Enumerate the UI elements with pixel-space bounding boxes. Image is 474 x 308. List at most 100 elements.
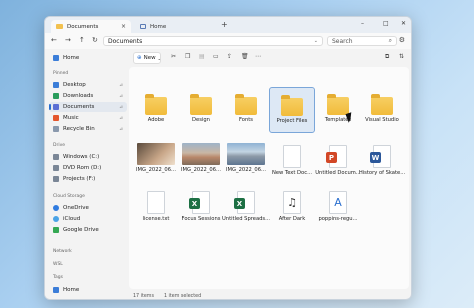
drive-icon — [53, 176, 59, 182]
cut-icon[interactable]: ✂ — [171, 53, 176, 60]
folder-item-templates[interactable]: Templates — [315, 87, 361, 131]
new-tab-button[interactable]: + — [221, 20, 228, 29]
excel-file-item[interactable]: X Focus Sessions — [178, 185, 224, 229]
up-button[interactable]: ↑ — [79, 36, 85, 44]
sidebar-item-label: Google Drive — [63, 227, 99, 233]
close-tab-icon[interactable]: × — [121, 23, 126, 30]
powerpoint-file-item[interactable]: P Untitled Docum... — [315, 139, 361, 183]
word-file-item[interactable]: W History of Skate... — [359, 139, 405, 183]
copy-path-icon[interactable]: ⧉ — [385, 53, 389, 61]
address-path: Documents — [108, 37, 143, 45]
text-file-item[interactable]: New Text Doc... — [269, 139, 315, 183]
item-count: 17 items — [133, 293, 154, 299]
image-item[interactable]: IMG_2022_06... — [223, 139, 269, 183]
gear-icon[interactable]: ⚙ — [399, 36, 405, 44]
font-file-item[interactable]: A poppins-regu... — [315, 185, 361, 229]
forward-button[interactable]: → — [65, 36, 71, 44]
sidebar-item-projects[interactable]: Projects (F:) — [49, 174, 127, 184]
folder-icon — [281, 95, 303, 116]
sidebar-item-home[interactable]: Home — [49, 53, 127, 63]
section-cloud-storage: Cloud Storage — [53, 194, 85, 199]
section-wsl[interactable]: WSL — [53, 262, 63, 267]
home-icon — [53, 55, 59, 61]
folder-icon — [190, 94, 212, 115]
sidebar-item-documents[interactable]: Documents ⊿ — [49, 102, 127, 112]
image-item[interactable]: IMG_2022_06... — [178, 139, 224, 183]
delete-icon[interactable]: 🗑 — [241, 53, 249, 60]
copy-icon[interactable]: ❐ — [185, 53, 190, 60]
app-badge: X — [189, 198, 200, 209]
selection-count: 1 item selected — [163, 293, 202, 299]
sidebar-item-recycle-bin[interactable]: Recycle Bin ⊿ — [49, 124, 127, 134]
rename-icon[interactable]: ▭ — [213, 53, 219, 60]
excel-file-item[interactable]: X Untitled Spreads... — [222, 185, 270, 229]
maximize-button[interactable]: □ — [383, 20, 389, 27]
plus-icon: ⊕ — [137, 55, 142, 61]
item-label: Focus Sessions — [181, 216, 221, 222]
desktop-icon — [53, 82, 59, 88]
sidebar-item-onedrive[interactable]: OneDrive — [49, 203, 127, 213]
chevron-down-icon[interactable]: ⌄ — [314, 38, 318, 44]
cloud-icon — [53, 205, 59, 211]
search-input[interactable]: Search ⌕ — [327, 36, 397, 46]
item-label: license.txt — [142, 216, 170, 222]
paste-icon[interactable]: ▤ — [199, 53, 205, 60]
sidebar-item-dvd-rom[interactable]: DVD Rom (D:) — [49, 163, 127, 173]
tab-documents[interactable]: Documents × — [51, 20, 131, 33]
close-button[interactable]: ✕ — [401, 20, 406, 27]
app-badge: X — [234, 198, 245, 209]
section-tags[interactable]: Tags — [53, 275, 63, 280]
music-file-item[interactable]: ♫ After Dark — [269, 185, 315, 229]
share-icon[interactable]: ⇪ — [227, 53, 232, 60]
tab-home[interactable]: Home — [135, 20, 215, 33]
folder-icon — [327, 94, 349, 115]
folder-item-project-files[interactable]: Project Files — [269, 87, 315, 133]
sidebar-item-home-bottom[interactable]: Home — [49, 285, 127, 295]
address-field[interactable]: Documents ⌄ — [103, 36, 323, 46]
drive-icon — [53, 154, 59, 160]
section-network[interactable]: Network — [53, 249, 72, 254]
pin-icon: ⊿ — [119, 104, 123, 110]
sidebar-item-desktop[interactable]: Desktop ⊿ — [49, 80, 127, 90]
font-icon: A — [329, 191, 347, 214]
sidebar-item-label: DVD Rom (D:) — [63, 165, 102, 171]
sidebar-item-label: Recycle Bin — [63, 126, 95, 132]
folder-item-visual-studio[interactable]: Visual Studio — [359, 87, 405, 131]
item-label: Design — [192, 117, 210, 123]
sidebar-item-icloud[interactable]: iCloud — [49, 214, 127, 224]
app-badge: W — [370, 152, 381, 163]
item-label: poppins-regu... — [318, 216, 358, 222]
image-thumbnail — [182, 143, 220, 165]
home-icon — [140, 24, 146, 29]
item-label: Adobe — [147, 117, 165, 123]
sidebar-item-google-drive[interactable]: Google Drive — [49, 225, 127, 235]
back-button[interactable]: ← — [51, 36, 57, 44]
minimize-button[interactable]: – — [361, 20, 364, 27]
text-document-icon — [147, 191, 165, 214]
excel-icon: X — [234, 191, 255, 214]
sort-icon[interactable]: ⇅ — [399, 53, 404, 60]
command-toolbar: ⊕ New ⌄ ✂ ❐ ▤ ▭ ⇪ 🗑 ⋯ ⧉ ⇅ ⚲ ◧ ▦ — [129, 49, 411, 67]
item-label: Visual Studio — [365, 117, 399, 123]
item-label: After Dark — [278, 216, 306, 222]
item-label: IMG_2022_06... — [136, 167, 176, 173]
item-label: New Text Doc... — [271, 170, 313, 176]
new-button[interactable]: ⊕ New ⌄ — [133, 52, 161, 64]
sidebar-item-label: Home — [63, 287, 80, 293]
image-item[interactable]: IMG_2022_06... — [133, 139, 179, 183]
address-bar-row: ← → ↑ ↻ Documents ⌄ Search ⌕ ⚙ — [45, 33, 411, 49]
section-drives: Drive — [53, 143, 65, 148]
sidebar-item-music[interactable]: Music ⊿ — [49, 113, 127, 123]
sidebar-item-downloads[interactable]: Downloads ⊿ — [49, 91, 127, 101]
search-icon: ⌕ — [388, 37, 392, 44]
image-thumbnail — [227, 143, 265, 165]
refresh-button[interactable]: ↻ — [92, 36, 98, 44]
text-file-item[interactable]: license.txt — [133, 185, 179, 229]
sidebar-item-label: iCloud — [63, 216, 81, 222]
folder-item-fonts[interactable]: Fonts — [223, 87, 269, 131]
folder-item-adobe[interactable]: Adobe — [133, 87, 179, 131]
more-icon[interactable]: ⋯ — [255, 53, 261, 60]
folder-item-design[interactable]: Design — [178, 87, 224, 131]
sidebar-item-windows-c[interactable]: Windows (C:) — [49, 152, 127, 162]
app-badge: P — [326, 152, 337, 163]
